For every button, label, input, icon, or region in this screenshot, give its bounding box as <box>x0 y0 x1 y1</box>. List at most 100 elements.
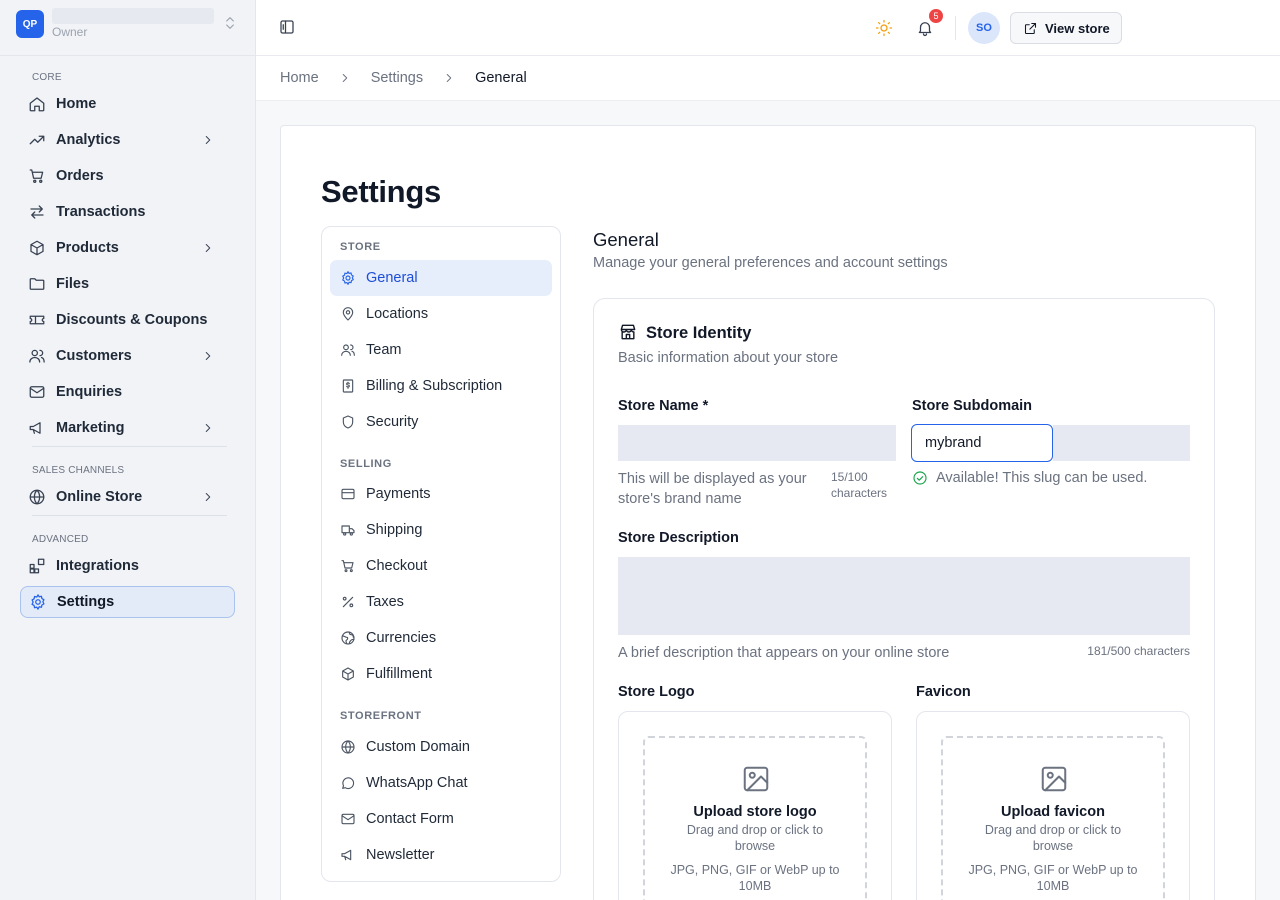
megaphone-icon <box>340 847 366 863</box>
app-sidebar: QP Owner CORE Home Analytics Orders Tran… <box>0 0 256 900</box>
settings-item-label: Payments <box>366 486 431 502</box>
sidebar-item-label: Marketing <box>56 420 125 436</box>
sidebar-item-settings[interactable]: Settings <box>20 586 235 618</box>
sidebar-toggle-icon[interactable] <box>278 18 296 36</box>
avatar[interactable]: SO <box>968 12 1000 44</box>
ticket-icon <box>28 311 56 329</box>
image-icon <box>1039 764 1069 794</box>
settings-item-billing[interactable]: Billing & Subscription <box>330 368 552 404</box>
store-name-input[interactable] <box>618 425 896 461</box>
subdomain-suffix <box>1053 425 1190 461</box>
settings-item-fulfillment[interactable]: Fulfillment <box>330 656 552 692</box>
logo-upload-title: Upload store logo <box>693 804 817 820</box>
settings-item-locations[interactable]: Locations <box>330 296 552 332</box>
breadcrumb-settings[interactable]: Settings <box>371 70 423 86</box>
description-textarea[interactable] <box>618 557 1190 635</box>
package-icon <box>28 239 56 257</box>
check-circle-icon <box>912 470 936 486</box>
settings-item-payments[interactable]: Payments <box>330 476 552 512</box>
settings-item-label: Team <box>366 342 402 358</box>
sidebar-item-online-store[interactable]: Online Store <box>20 481 235 513</box>
settings-item-team[interactable]: Team <box>330 332 552 368</box>
settings-item-label: Contact Form <box>366 811 454 827</box>
settings-item-currencies[interactable]: Currencies <box>330 620 552 656</box>
favicon-label: Favicon <box>916 684 971 700</box>
sidebar-item-analytics[interactable]: Analytics <box>20 124 235 156</box>
settings-item-label: Locations <box>366 306 429 322</box>
trending-up-icon <box>28 131 56 149</box>
blocks-icon <box>28 557 56 575</box>
settings-item-contact-form[interactable]: Contact Form <box>330 801 552 837</box>
shield-icon <box>340 414 366 430</box>
chevrons-up-down-icon[interactable] <box>222 15 238 31</box>
settings-item-checkout[interactable]: Checkout <box>330 548 552 584</box>
sidebar-item-transactions[interactable]: Transactions <box>20 196 235 228</box>
settings-item-label: Security <box>366 414 419 430</box>
topbar-divider <box>955 16 956 40</box>
view-store-button[interactable]: View store <box>1010 12 1122 44</box>
sidebar-item-enquiries[interactable]: Enquiries <box>20 376 235 408</box>
settings-item-label: Shipping <box>366 522 423 538</box>
sidebar-item-orders[interactable]: Orders <box>20 160 235 192</box>
breadcrumb-home[interactable]: Home <box>280 70 319 86</box>
settings-item-label: Fulfillment <box>366 666 433 682</box>
workspace-role: Owner <box>52 25 88 39</box>
settings-item-security[interactable]: Security <box>330 404 552 440</box>
settings-group-storefront: STOREFRONT <box>340 710 422 722</box>
store-name-help: This will be displayed as your store's b… <box>618 471 807 507</box>
subdomain-status-text: Available! This slug can be used. <box>936 470 1148 486</box>
favicon-dropzone[interactable]: Upload favicon Drag and drop or click to… <box>941 736 1165 900</box>
arrows-left-right-icon <box>28 203 56 221</box>
package-icon <box>340 666 366 682</box>
settings-item-whatsapp[interactable]: WhatsApp Chat <box>330 765 552 801</box>
settings-item-taxes[interactable]: Taxes <box>330 584 552 620</box>
sidebar-item-label: Orders <box>56 168 104 184</box>
gear-icon <box>29 593 57 611</box>
subdomain-input[interactable] <box>911 424 1053 462</box>
sidebar-item-label: Online Store <box>56 489 143 505</box>
chevron-right-icon <box>201 133 225 147</box>
settings-item-shipping[interactable]: Shipping <box>330 512 552 548</box>
globe-icon <box>340 739 366 755</box>
workspace-switcher[interactable]: QP Owner <box>0 0 255 56</box>
page-title: Settings <box>321 174 441 209</box>
view-store-label: View store <box>1045 20 1110 36</box>
cart-icon <box>340 558 366 574</box>
favicon-upload-sub: Drag and drop or click to browse <box>984 823 1122 853</box>
workspace-badge: QP <box>16 10 44 38</box>
sidebar-item-home[interactable]: Home <box>20 88 235 120</box>
favicon-upload-title: Upload favicon <box>1001 804 1105 820</box>
chevron-right-icon <box>201 421 225 435</box>
section-description: Manage your general preferences and acco… <box>593 255 948 271</box>
sidebar-item-marketing[interactable]: Marketing <box>20 412 235 444</box>
sidebar-item-label: Files <box>56 276 90 292</box>
users-icon <box>28 347 56 365</box>
theme-toggle-sun-icon[interactable] <box>875 19 893 37</box>
settings-item-newsletter[interactable]: Newsletter <box>330 837 552 873</box>
settings-item-label: Currencies <box>366 630 437 646</box>
sidebar-item-label: Discounts & Coupons <box>56 312 208 328</box>
chevron-right-icon <box>442 71 456 85</box>
sidebar-item-products[interactable]: Products <box>20 232 235 264</box>
subdomain-status: Available! This slug can be used. <box>912 470 1147 486</box>
panel-description: Basic information about your store <box>618 350 839 366</box>
chevron-right-icon <box>201 241 225 255</box>
nav-group-sales-channels: SALES CHANNELS <box>32 465 125 476</box>
mail-icon <box>340 811 366 827</box>
megaphone-icon <box>28 419 56 437</box>
settings-item-general[interactable]: General <box>330 260 552 296</box>
mail-icon <box>28 383 56 401</box>
sidebar-item-customers[interactable]: Customers <box>20 340 235 372</box>
favicon-upload-formats: JPG, PNG, GIF or WebP up to 10MB <box>968 863 1138 893</box>
cart-icon <box>28 167 56 185</box>
logo-dropzone[interactable]: Upload store logo Drag and drop or click… <box>643 736 867 900</box>
globe-currency-icon <box>340 630 366 646</box>
receipt-icon <box>340 378 366 394</box>
sidebar-item-label: Products <box>56 240 119 256</box>
sidebar-item-files[interactable]: Files <box>20 268 235 300</box>
sidebar-item-integrations[interactable]: Integrations <box>20 550 235 582</box>
settings-item-custom-domain[interactable]: Custom Domain <box>330 729 552 765</box>
home-icon <box>28 95 56 113</box>
sidebar-item-discounts[interactable]: Discounts & Coupons <box>20 304 235 336</box>
description-count: 181/500 characters <box>1087 644 1190 658</box>
